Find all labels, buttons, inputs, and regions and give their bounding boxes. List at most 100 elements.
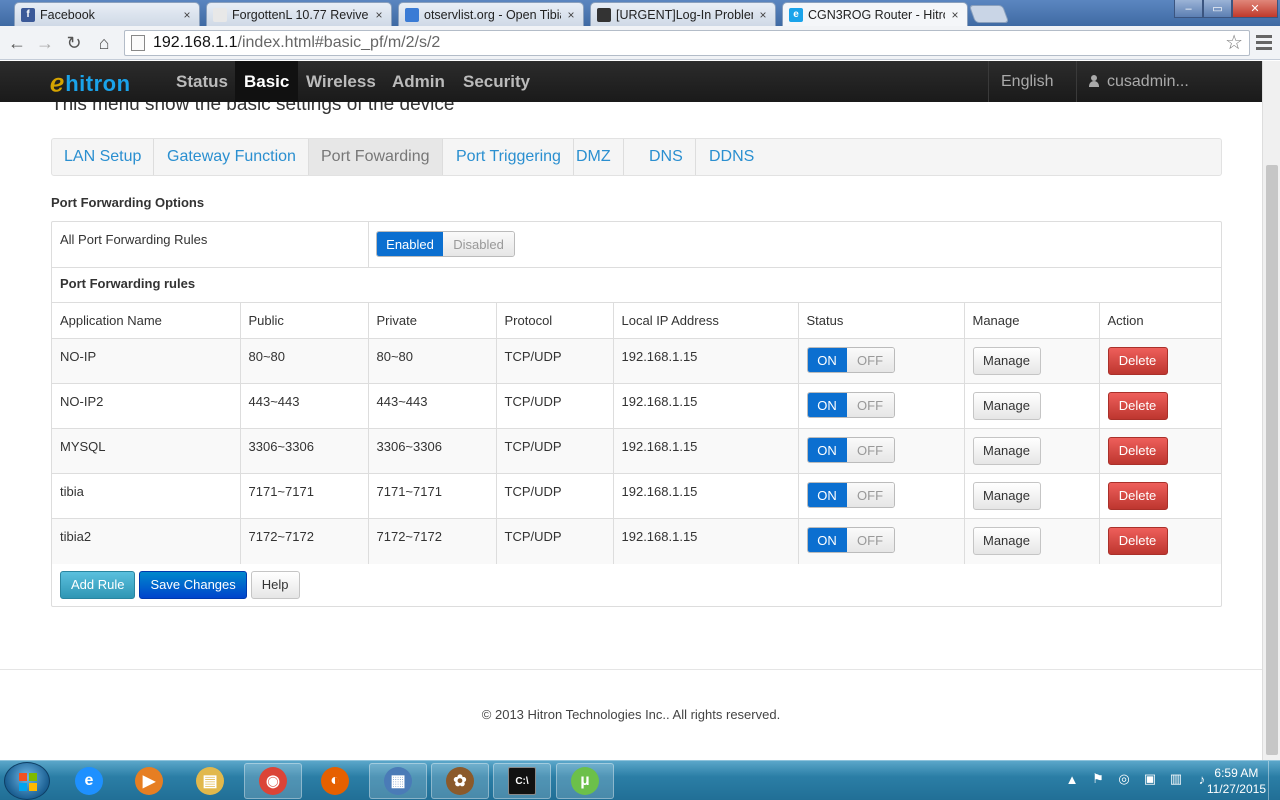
action-center-icon[interactable]: ⚑ (1090, 771, 1106, 787)
language-dropdown[interactable]: English (988, 61, 1076, 125)
show-desktop-button[interactable] (1268, 761, 1280, 800)
cell-manage: Manage (964, 518, 1100, 564)
page-icon (131, 35, 145, 51)
nav-item-basic[interactable]: Basic (235, 61, 299, 102)
bookmark-star-icon[interactable]: ☆ (1225, 31, 1243, 55)
taskbar-item[interactable]: ✿ (431, 763, 489, 799)
taskbar-item[interactable]: ▤ (181, 763, 239, 799)
browser-tab-title: Facebook (40, 7, 95, 22)
vertical-scrollbar[interactable] (1262, 61, 1280, 760)
nav-item-wireless[interactable]: Wireless (297, 61, 385, 102)
browser-tab[interactable]: ForgottenL 10.77 Revive × (206, 2, 392, 26)
enabled-button[interactable]: Enabled (377, 232, 444, 256)
user-dropdown[interactable]: cusadmin... (1076, 61, 1218, 125)
home-icon[interactable]: ⌂ (91, 30, 117, 56)
nav-item-status[interactable]: Status (167, 61, 237, 102)
forward-icon[interactable]: → (32, 30, 58, 56)
minimize-icon[interactable]: – (1174, 0, 1203, 18)
cell-protocol: TCP/UDP (496, 383, 614, 429)
cell-protocol: TCP/UDP (496, 428, 614, 474)
save-changes-button[interactable]: Save Changes (139, 571, 247, 599)
tab-ddns[interactable]: DDNS (697, 139, 766, 175)
column-header: Local IP Address (613, 302, 799, 339)
close-tab-icon[interactable]: × (181, 8, 193, 22)
status-on-button[interactable]: ON (807, 393, 847, 417)
taskbar-item[interactable]: ◐ (306, 763, 364, 799)
manage-button[interactable]: Manage (972, 527, 1041, 555)
new-tab-button[interactable] (968, 5, 1010, 23)
maximize-icon[interactable]: ▭ (1203, 0, 1232, 18)
taskbar-item[interactable]: ◉ (244, 763, 302, 799)
section-title: Port Forwarding Options (51, 195, 205, 210)
delete-button[interactable]: Delete (1107, 392, 1168, 420)
cell-public: 443~443 (240, 383, 369, 429)
nav-item-security[interactable]: Security (454, 61, 539, 102)
rule-status-toggle: ON OFF (806, 482, 895, 508)
tab-dmz[interactable]: DMZ (564, 139, 624, 175)
chrome-menu-icon[interactable] (1256, 35, 1272, 53)
close-tab-icon[interactable]: × (565, 8, 577, 22)
status-off-button[interactable]: OFF (846, 528, 894, 552)
url-host: 192.168.1.1 (153, 34, 238, 51)
browser-tab[interactable]: [URGENT]Log-In Problem × (590, 2, 776, 26)
status-off-button[interactable]: OFF (846, 483, 894, 507)
browser-tab[interactable]: otservlist.org - Open Tibia × (398, 2, 584, 26)
status-off-button[interactable]: OFF (846, 348, 894, 372)
clock[interactable]: 6:59 AM 11/27/2015 (1207, 765, 1266, 797)
close-window-icon[interactable]: ✕ (1232, 0, 1278, 18)
cell-status: ON OFF (798, 473, 965, 519)
tab-dns[interactable]: DNS (637, 139, 696, 175)
status-on-button[interactable]: ON (807, 438, 847, 462)
status-off-button[interactable]: OFF (846, 438, 894, 462)
cell-private: 3306~3306 (368, 428, 497, 474)
close-tab-icon[interactable]: × (373, 8, 385, 22)
cell-public: 7172~7172 (240, 518, 369, 564)
taskbar-item[interactable]: C:\ (493, 763, 551, 799)
notepad-icon: ▦ (384, 767, 412, 795)
add-rule-button[interactable]: Add Rule (60, 571, 136, 599)
start-button[interactable] (4, 762, 50, 800)
tab-port-triggering[interactable]: Port Triggering (444, 139, 574, 175)
cell-name: NO-IP (52, 338, 241, 384)
otservlist-icon (405, 7, 419, 22)
disabled-button[interactable]: Disabled (443, 232, 514, 256)
taskbar-item[interactable]: ▦ (369, 763, 427, 799)
status-on-button[interactable]: ON (807, 528, 847, 552)
nav-item-admin[interactable]: Admin (383, 61, 454, 102)
manage-button[interactable]: Manage (972, 482, 1041, 510)
close-tab-icon[interactable]: × (757, 8, 769, 22)
delete-button[interactable]: Delete (1107, 482, 1168, 510)
status-off-button[interactable]: OFF (846, 393, 894, 417)
network-icon[interactable]: ▥ (1168, 771, 1184, 787)
all-rules-label: All Port Forwarding Rules (60, 232, 208, 247)
reload-icon[interactable]: ↻ (61, 30, 87, 56)
delete-button[interactable]: Delete (1107, 347, 1168, 375)
tray-expand-icon[interactable]: ▲ (1064, 771, 1080, 787)
address-bar[interactable]: 192.168.1.1 /index.html#basic_pf/m/2/s/2… (124, 30, 1250, 56)
tab-port-fowarding[interactable]: Port Fowarding (309, 139, 443, 175)
help-button[interactable]: Help (250, 571, 300, 599)
status-on-button[interactable]: ON (807, 348, 847, 372)
manage-button[interactable]: Manage (972, 392, 1041, 420)
tab-lan-setup[interactable]: LAN Setup (52, 139, 155, 175)
status-on-button[interactable]: ON (807, 483, 847, 507)
router-navbar: ℯ hitron Status Basic Wireless Admin Securit… (0, 61, 1262, 125)
manage-button[interactable]: Manage (972, 437, 1041, 465)
browser-tab[interactable]: e CGN3ROG Router - Hitron × (782, 2, 968, 26)
taskbar-item[interactable]: e (60, 763, 118, 799)
delete-button[interactable]: Delete (1107, 437, 1168, 465)
close-tab-icon[interactable]: × (949, 8, 961, 22)
usb-icon[interactable]: ▣ (1142, 771, 1158, 787)
back-icon[interactable]: ← (4, 30, 30, 56)
delete-button[interactable]: Delete (1107, 527, 1168, 555)
tab-gateway-function[interactable]: Gateway Function (155, 139, 309, 175)
cell-protocol: TCP/UDP (496, 338, 614, 384)
taskbar-item[interactable]: µ (556, 763, 614, 799)
scrollbar-thumb[interactable] (1266, 165, 1278, 755)
cell-manage: Manage (964, 473, 1100, 519)
taskbar-item[interactable]: ▶ (120, 763, 178, 799)
hitron-logo[interactable]: ℯ hitron (50, 69, 131, 98)
manage-button[interactable]: Manage (972, 347, 1041, 375)
browser-tab[interactable]: f Facebook × (14, 2, 200, 26)
antivirus-icon[interactable]: ◎ (1116, 771, 1132, 787)
